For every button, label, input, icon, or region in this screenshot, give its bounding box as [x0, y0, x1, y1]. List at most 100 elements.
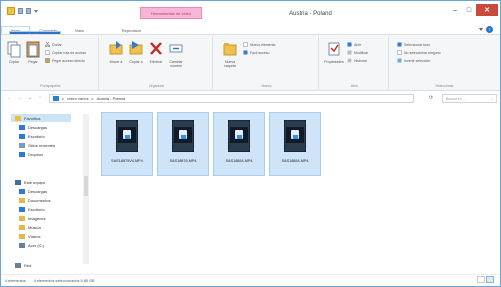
nav-item-videos[interactable]: Vídeos: [19, 232, 40, 240]
tab-play[interactable]: Reproducir: [113, 26, 151, 34]
content-scrollbar[interactable]: [492, 106, 498, 273]
help-icon[interactable]: ?: [486, 26, 493, 33]
invert-selection-label: Invertir selección: [404, 58, 431, 63]
forward-button[interactable]: →: [17, 95, 23, 101]
organize-group-label: Organizar: [148, 84, 165, 88]
details-view-button[interactable]: [477, 276, 485, 283]
paste-shortcut-label: Pegar acceso directo: [52, 58, 85, 63]
new-folder-button[interactable]: Nueva carpeta: [221, 40, 239, 68]
breadcrumb-item[interactable]: vídeo varios: [67, 96, 89, 101]
cut-button[interactable]: Cortar: [45, 41, 62, 48]
file-item[interactable]: SAS18884.MP4: [213, 112, 265, 176]
copy-label: Copiar: [8, 60, 20, 64]
file-name: SAS18884.MP4: [281, 159, 309, 163]
desktop-icon: [19, 206, 25, 212]
nav-item-this-pc[interactable]: Este equipo: [15, 178, 45, 186]
recent-icon: [19, 142, 25, 148]
nav-item-pc-downloads[interactable]: Descargas: [19, 187, 47, 195]
download-folder-icon: [19, 124, 25, 130]
documents-icon: [19, 197, 25, 203]
ribbon-toggle-icon[interactable]: [479, 28, 483, 31]
nav-item-desktop[interactable]: Escritorio: [19, 132, 45, 140]
breadcrumb-item[interactable]: Austria - Poland: [97, 96, 125, 101]
large-icons-view-button[interactable]: [486, 276, 494, 283]
edit-button[interactable]: Modificar: [347, 49, 368, 56]
caption-buttons: – □ ✕: [448, 4, 498, 16]
history-button[interactable]: Historial: [347, 57, 367, 64]
copy-path-button[interactable]: Copiar ruta de acceso: [45, 49, 86, 56]
nav-item-pc-desktop[interactable]: Escritorio: [19, 205, 45, 213]
navigation-pane: Favoritos Descargas Escritorio Sitios re…: [1, 106, 91, 273]
nav-scrollbar[interactable]: [83, 114, 89, 264]
history-label: Historial: [354, 58, 367, 63]
tab-view[interactable]: Vista: [66, 26, 93, 34]
music-icon: [19, 224, 25, 230]
edit-label: Modificar: [354, 50, 369, 55]
new-group: Nueva carpeta Nuevo elemento Fácil acces…: [215, 37, 319, 89]
drive-icon: [19, 242, 25, 248]
nav-item-drive-c[interactable]: Acer (C:): [19, 241, 44, 249]
scrollbar-thumb[interactable]: [84, 176, 88, 196]
properties-icon: [328, 42, 340, 56]
status-bar: 4 elementos 4 elementos seleccionados 5,…: [1, 274, 500, 286]
select-all-label: Seleccionar todo: [404, 42, 431, 47]
new-folder-label: Nueva carpeta: [224, 60, 236, 68]
invert-selection-button[interactable]: Invertir selección: [397, 57, 430, 64]
item-count: 4 elementos: [5, 278, 26, 283]
back-button[interactable]: ←: [7, 95, 13, 101]
address-bar[interactable]: ▸ vídeo varios ▸ Austria - Poland: [49, 94, 414, 103]
select-all-button[interactable]: Seleccionar todo: [397, 41, 430, 48]
properties-button[interactable]: Propiedades: [324, 40, 344, 64]
rename-button[interactable]: Cambiar nombre: [167, 40, 185, 68]
search-icon: ⌕: [491, 96, 493, 101]
select-group: Seleccionar todo No seleccionar ninguno …: [391, 37, 498, 89]
close-button[interactable]: ✕: [476, 4, 498, 16]
history-icon: [347, 58, 352, 63]
clipboard-group: Copiar Pegar Cortar Copiar ruta de acces…: [3, 37, 99, 89]
recent-locations-button[interactable]: ⌄: [27, 95, 33, 101]
video-file-icon: [168, 120, 198, 154]
search-input[interactable]: Buscar en ... ⌕: [442, 94, 497, 103]
select-all-icon: [397, 42, 402, 47]
copy-to-icon: [129, 41, 143, 55]
new-item-button[interactable]: Nuevo elemento: [243, 41, 276, 48]
copy-icon: [7, 41, 21, 58]
file-item[interactable]: SAS18875V4.MP4: [101, 112, 153, 176]
file-item[interactable]: SAS18876.MP4: [157, 112, 209, 176]
title-bar: Herramientas de vídeo Austria - Poland –…: [1, 1, 500, 25]
nav-item-documents[interactable]: Documentos: [19, 196, 50, 204]
maximize-button[interactable]: □: [462, 4, 476, 16]
select-group-label: Seleccionar: [435, 84, 454, 88]
nav-item-recent[interactable]: Sitios recientes: [19, 141, 55, 149]
refresh-icon[interactable]: ⟳: [429, 95, 433, 101]
easy-access-label: Fácil acceso: [250, 50, 270, 55]
file-name: SAS18884.MP4: [225, 159, 253, 163]
easy-access-button[interactable]: Fácil acceso: [243, 49, 269, 56]
desktop-icon: [19, 133, 25, 139]
select-none-label: No seleccionar ninguno: [404, 50, 441, 55]
paste-shortcut-button[interactable]: Pegar acceso directo: [45, 57, 85, 64]
nav-item-dropbox[interactable]: Dropbox: [19, 150, 43, 158]
open-button[interactable]: Abrir: [347, 41, 361, 48]
paste-label: Pegar: [28, 60, 38, 64]
file-item[interactable]: SAS18884.MP4: [269, 112, 321, 176]
nav-item-downloads[interactable]: Descargas: [19, 123, 47, 131]
nav-item-network[interactable]: Red: [15, 261, 31, 269]
move-to-button[interactable]: Mover a: [107, 40, 125, 64]
open-group-label: Abrir: [350, 84, 359, 88]
nav-item-favorites[interactable]: Favoritos: [11, 114, 71, 122]
up-button[interactable]: ↑: [37, 95, 43, 101]
rename-icon: [169, 44, 183, 53]
paste-icon: [26, 41, 40, 58]
copy-to-button[interactable]: Copiar a: [127, 40, 145, 64]
nav-item-music[interactable]: Música: [19, 223, 41, 231]
delete-button[interactable]: Eliminar: [147, 40, 165, 64]
minimize-button[interactable]: –: [448, 4, 462, 16]
organize-group: Mover a Copiar a Eliminar Cambiar nombre…: [101, 37, 213, 89]
video-file-icon: [224, 120, 254, 154]
videos-icon: [19, 233, 25, 239]
copy-button[interactable]: Copiar: [5, 40, 23, 64]
nav-item-pictures[interactable]: Imágenes: [19, 214, 46, 222]
select-none-button[interactable]: No seleccionar ninguno: [397, 49, 441, 56]
paste-button[interactable]: Pegar: [24, 40, 42, 64]
